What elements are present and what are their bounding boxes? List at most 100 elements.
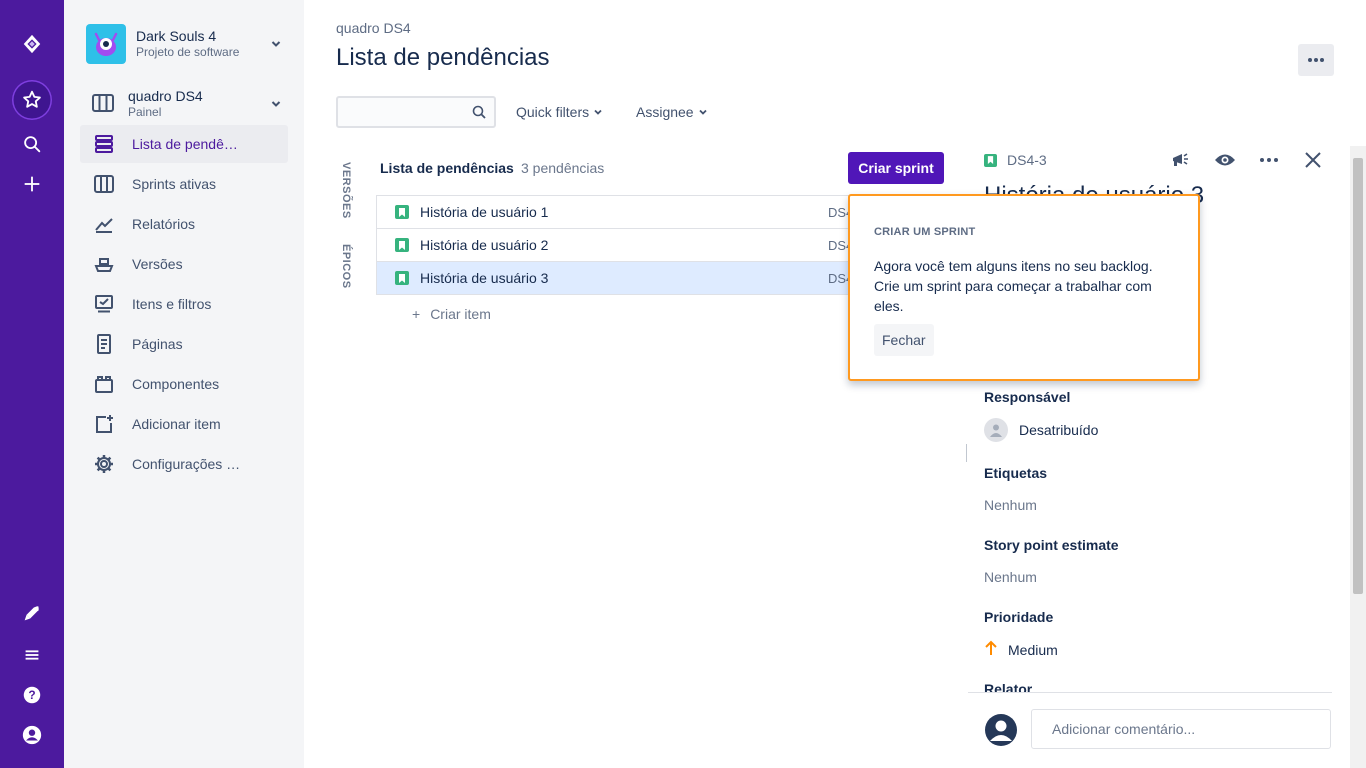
project-name: Dark Souls 4: [136, 28, 217, 44]
project-header[interactable]: Dark Souls 4 Projeto de software: [86, 24, 286, 64]
settings-icon: [92, 452, 116, 476]
add-item-icon: [92, 412, 116, 436]
story-icon: [395, 271, 409, 285]
menu-icon[interactable]: [12, 635, 52, 675]
issues-icon: [92, 292, 116, 316]
feedback-megaphone-icon[interactable]: [1168, 148, 1192, 172]
project-type: Projeto de software: [136, 45, 240, 59]
quick-filters-dropdown[interactable]: Quick filters: [516, 96, 603, 128]
chevron-down-icon[interactable]: [266, 34, 286, 54]
sidebar-item-components[interactable]: Componentes: [80, 365, 288, 403]
releases-icon: [92, 252, 116, 276]
user-avatar-icon: [984, 713, 1018, 747]
search-input[interactable]: [338, 98, 458, 126]
comment-input[interactable]: Adicionar comentário...: [1031, 709, 1331, 749]
watch-eye-icon[interactable]: [1213, 148, 1237, 172]
search-icon: [472, 105, 486, 122]
panel-resize-handle[interactable]: [966, 444, 967, 462]
assignee-filter-label: Assignee: [636, 104, 694, 120]
starred-icon[interactable]: [12, 80, 52, 120]
assignee-value: Desatribuído: [1019, 422, 1099, 438]
sidebar-item-backlog[interactable]: Lista de pendê…: [80, 125, 288, 163]
sidebar-item-active-sprints[interactable]: Sprints ativas: [80, 165, 288, 203]
issue-summary: História de usuário 2: [420, 237, 549, 253]
issue-row[interactable]: História de usuário 2 DS4: [376, 229, 856, 262]
sidebar-item-label: Adicionar item: [132, 416, 221, 432]
help-icon[interactable]: ?: [12, 675, 52, 715]
board-icon: [92, 93, 114, 116]
sidebar-item-label: Configurações …: [132, 456, 241, 472]
sidebar-item-label: Itens e filtros: [132, 296, 212, 312]
priority-value: Medium: [1008, 641, 1058, 658]
board-name: quadro DS4: [128, 88, 203, 104]
sidebar-item-label: Componentes: [132, 376, 220, 392]
priority-field[interactable]: Medium: [984, 640, 1058, 659]
create-sprint-button[interactable]: Criar sprint: [848, 152, 944, 184]
pages-icon: [92, 332, 116, 356]
comment-bar: Adicionar comentário...: [968, 692, 1332, 768]
assignee-label: Responsável: [984, 389, 1071, 405]
assignee-field[interactable]: Desatribuído: [984, 418, 1098, 442]
ellipsis-icon: [1308, 58, 1324, 62]
sidebar-item-label: Versões: [132, 256, 183, 272]
search-icon[interactable]: [12, 124, 52, 164]
jira-logo-icon[interactable]: [12, 24, 52, 64]
issue-summary: História de usuário 1: [420, 204, 549, 220]
story-points-value[interactable]: Nenhum: [984, 569, 1037, 585]
create-icon[interactable]: [12, 164, 52, 204]
reports-icon: [92, 212, 116, 236]
assignee-dropdown[interactable]: Assignee: [636, 96, 708, 128]
svg-text:?: ?: [28, 688, 35, 702]
close-icon[interactable]: [1301, 148, 1325, 172]
create-item-button[interactable]: + Criar item: [412, 306, 491, 322]
issue-key-link[interactable]: DS4-3: [984, 152, 1047, 168]
tab-epics[interactable]: ÉPICOS: [340, 244, 352, 289]
sidebar-item-add-item[interactable]: Adicionar item: [80, 405, 288, 443]
notifications-icon[interactable]: [12, 593, 52, 633]
scrollbar-thumb[interactable]: [1353, 158, 1363, 594]
issue-key: DS4-3: [1007, 152, 1047, 168]
sidebar-item-reports[interactable]: Relatórios: [80, 205, 288, 243]
sidebar-item-releases[interactable]: Versões: [80, 245, 288, 283]
project-sidebar: Dark Souls 4 Projeto de software quadro …: [64, 0, 304, 768]
chevron-down-icon: [594, 109, 602, 115]
backlog-count: 3 pendências: [521, 160, 605, 176]
breadcrumb[interactable]: quadro DS4: [336, 20, 411, 36]
issue-row[interactable]: História de usuário 1 DS4: [376, 196, 856, 229]
page-title: Lista de pendências: [336, 44, 550, 71]
board-type: Painel: [128, 105, 162, 119]
search-field[interactable]: [336, 96, 496, 128]
backlog-icon: [92, 132, 116, 156]
issue-summary: História de usuário 3: [420, 270, 549, 286]
quick-filters-label: Quick filters: [516, 104, 590, 120]
board-icon: [92, 172, 116, 196]
close-spotlight-button[interactable]: Fechar: [874, 324, 934, 356]
story-icon: [395, 238, 409, 252]
more-actions-button[interactable]: [1298, 44, 1334, 76]
sidebar-item-label: Lista de pendê…: [132, 136, 238, 152]
components-icon: [92, 372, 116, 396]
global-nav: ?: [0, 0, 64, 768]
unassigned-avatar-icon: [984, 418, 1008, 442]
sidebar-item-settings[interactable]: Configurações …: [80, 445, 288, 483]
plus-icon: +: [412, 306, 421, 322]
board-selector[interactable]: quadro DS4 Painel: [92, 84, 286, 124]
story-icon: [984, 153, 997, 167]
project-avatar-icon: [86, 24, 126, 64]
ellipsis-icon[interactable]: [1257, 148, 1281, 172]
sidebar-item-pages[interactable]: Páginas: [80, 325, 288, 363]
chevron-down-icon: [698, 109, 707, 115]
sidebar-item-issues[interactable]: Itens e filtros: [80, 285, 288, 323]
issue-row[interactable]: História de usuário 3 DS4: [376, 262, 856, 295]
backlog-title: Lista de pendências: [380, 160, 514, 176]
issue-list: História de usuário 1 DS4 História de us…: [376, 195, 856, 295]
tab-versions[interactable]: VERSÕES: [340, 162, 352, 219]
story-points-label: Story point estimate: [984, 537, 1119, 553]
sidebar-item-label: Sprints ativas: [132, 176, 217, 192]
profile-icon[interactable]: [12, 715, 52, 755]
sidebar-item-label: Páginas: [132, 336, 183, 352]
chevron-down-icon[interactable]: [266, 94, 286, 114]
create-item-label: Criar item: [430, 306, 491, 322]
priority-medium-arrow-icon: [984, 640, 998, 659]
labels-value[interactable]: Nenhum: [984, 497, 1037, 513]
